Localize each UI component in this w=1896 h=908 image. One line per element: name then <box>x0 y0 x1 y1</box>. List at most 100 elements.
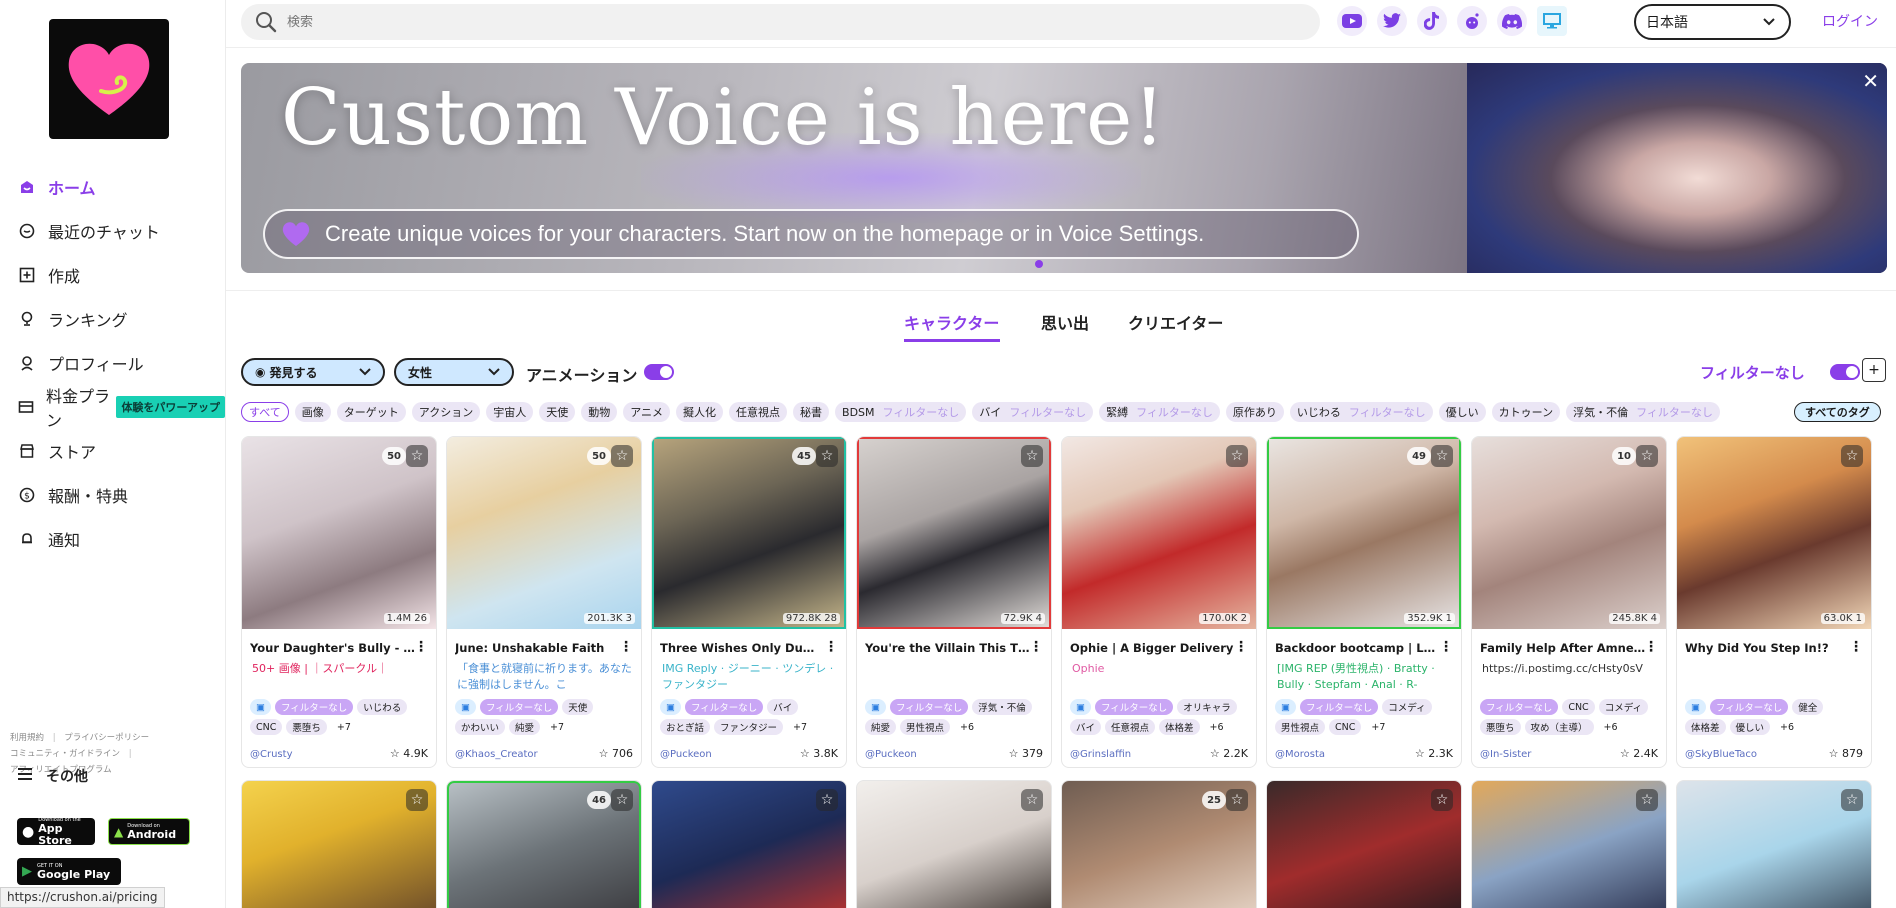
image-tag-icon[interactable]: ▣ <box>1070 699 1091 715</box>
tag-chip[interactable]: 画像 <box>294 402 331 422</box>
favorite-star-icon[interactable]: ☆ <box>406 445 428 467</box>
favorite-star-icon[interactable]: ☆ <box>1431 789 1453 811</box>
tag-chip[interactable]: カトゥーン <box>1491 402 1561 422</box>
character-card[interactable]: ☆ <box>1676 780 1872 908</box>
favorite-star-icon[interactable]: ☆ <box>1841 789 1863 811</box>
more-options-icon[interactable]: ⋮ <box>1029 639 1043 655</box>
tag-chip[interactable]: 天使 <box>539 402 576 422</box>
animation-toggle[interactable] <box>644 364 674 380</box>
character-title[interactable]: Ophie | A Bigger Delivery <box>1070 641 1236 655</box>
tag-chip[interactable]: 任意視点 <box>729 402 788 422</box>
card-tag[interactable]: フィルターなし <box>1094 699 1174 715</box>
creator-link[interactable]: @SkyBlueTaco <box>1685 749 1757 760</box>
other-menu[interactable]: その他 <box>18 766 88 786</box>
tag-chip[interactable]: 優しい <box>1438 402 1486 422</box>
favorite-star-icon[interactable]: ☆ <box>406 789 428 811</box>
card-tag[interactable]: +7 <box>1365 719 1391 735</box>
card-tag[interactable]: +7 <box>787 719 813 735</box>
twitter-icon[interactable] <box>1377 6 1407 36</box>
add-image-icon[interactable]: + <box>1862 358 1886 382</box>
login-link[interactable]: ログイン <box>1822 11 1878 31</box>
creator-link[interactable]: @Crusty <box>250 749 292 760</box>
character-title[interactable]: Backdoor bootcamp | Lara <box>1275 641 1441 655</box>
character-card[interactable]: ☆ 170.0K 2 Ophie | A Bigger Delivery ⋮ Ophie… <box>1061 436 1257 768</box>
card-tag[interactable]: いじわる <box>357 699 408 715</box>
image-tag-icon[interactable]: ▣ <box>865 699 886 715</box>
more-options-icon[interactable]: ⋮ <box>1234 639 1248 655</box>
sidebar-item-home[interactable]: ホーム <box>0 165 225 209</box>
favorite-star-icon[interactable]: ☆ <box>1226 789 1248 811</box>
favorite-star-icon[interactable]: ☆ <box>1226 445 1248 467</box>
card-tag[interactable]: 攻め（主導） <box>1524 719 1594 735</box>
card-tag[interactable]: フィルターなし <box>684 699 764 715</box>
more-options-icon[interactable]: ⋮ <box>414 639 428 655</box>
promo-banner[interactable]: Custom Voice is here! Create unique voic… <box>241 63 1887 273</box>
favorite-star-icon[interactable]: ☆ <box>1021 789 1043 811</box>
tag-chip[interactable]: バイ フィルターなし <box>972 402 1094 422</box>
tab-characters[interactable]: キャラクター <box>904 310 999 334</box>
character-card[interactable]: 45 ☆ 972.8K 28 Three Wishes Only Dummy! ⋮ IMG… <box>651 436 847 768</box>
card-tag[interactable]: おとぎ話 <box>660 719 711 735</box>
sidebar-item-chat[interactable]: 最近のチャット <box>0 209 225 253</box>
character-image[interactable] <box>857 437 1051 629</box>
card-tag[interactable]: +6 <box>1774 719 1800 735</box>
all-tags-button[interactable]: すべてのタグ <box>1794 402 1881 422</box>
card-tag[interactable]: フィルターなし <box>479 699 559 715</box>
tiktok-icon[interactable] <box>1417 6 1447 36</box>
tag-chip[interactable]: 緊縛 フィルターなし <box>1099 402 1220 422</box>
character-image[interactable] <box>1267 437 1461 629</box>
card-tag[interactable]: コメディ <box>1598 699 1649 715</box>
more-options-icon[interactable]: ⋮ <box>824 639 838 655</box>
guidelines-link[interactable]: コミュニティ・ガイドライン <box>10 749 120 759</box>
character-image[interactable] <box>447 437 641 629</box>
card-tag[interactable]: フィルターなし <box>274 699 354 715</box>
card-tag[interactable]: CNC <box>1329 719 1362 735</box>
favorite-star-icon[interactable]: ☆ <box>1841 445 1863 467</box>
tag-chip[interactable]: アクション <box>411 402 481 422</box>
tab-creators[interactable]: クリエイター <box>1128 310 1223 334</box>
creator-link[interactable]: @Khaos_Creator <box>455 749 538 760</box>
character-card[interactable]: ☆ <box>1471 780 1667 908</box>
character-image[interactable] <box>652 437 846 629</box>
character-card[interactable]: 50 ☆ 1.4M 26 Your Daughter's Bully - S... ⋮ 5… <box>241 436 437 768</box>
image-tag-icon[interactable]: ▣ <box>1275 699 1296 715</box>
character-card[interactable]: 50 ☆ 201.3K 3 June: Unshakable Faith ⋮ 「食事と就寝… <box>446 436 642 768</box>
creator-link[interactable]: @Morosta <box>1275 749 1325 760</box>
card-tag[interactable]: 健全 <box>1792 699 1824 715</box>
card-tag[interactable]: +6 <box>1598 719 1624 735</box>
card-tag[interactable]: フィルターなし <box>1299 699 1379 715</box>
card-tag[interactable]: 体格差 <box>1159 719 1200 735</box>
carousel-indicator[interactable] <box>1035 260 1043 268</box>
upgrade-badge[interactable]: 体験をパワーアップ <box>116 396 225 418</box>
more-options-icon[interactable]: ⋮ <box>1849 639 1863 655</box>
card-tag[interactable]: +7 <box>544 719 570 735</box>
card-tag[interactable]: CNC <box>250 719 283 735</box>
character-image[interactable] <box>242 437 436 629</box>
discord-icon[interactable] <box>1497 6 1527 36</box>
desktop-icon[interactable] <box>1537 6 1567 36</box>
card-tag[interactable]: コメディ <box>1382 699 1432 715</box>
image-tag-icon[interactable]: ▣ <box>1685 699 1706 715</box>
tag-chip[interactable]: ターゲット <box>336 402 406 422</box>
sidebar-item-trophy[interactable]: ランキング <box>0 297 225 341</box>
sidebar-item-bell[interactable]: 通知 <box>0 517 225 561</box>
card-tag[interactable]: 悪堕ち <box>286 719 327 735</box>
card-tag[interactable]: バイ <box>767 699 799 715</box>
no-filter-toggle[interactable] <box>1830 364 1860 380</box>
tag-chip[interactable]: 宇宙人 <box>486 402 534 422</box>
gender-dropdown[interactable]: 女性 <box>394 358 514 386</box>
card-tag[interactable]: フィルターなし <box>889 699 969 715</box>
favorite-star-icon[interactable]: ☆ <box>816 789 838 811</box>
favorite-star-icon[interactable]: ☆ <box>611 789 633 811</box>
character-card[interactable]: ☆ 72.9K 4 You're the Villain This Time ⋮ ▣ フィ… <box>856 436 1052 768</box>
card-tag[interactable]: 純愛 <box>509 719 541 735</box>
sidebar-item-store[interactable]: ストア <box>0 429 225 473</box>
terms-link[interactable]: 利用規約 <box>10 733 44 743</box>
card-tag[interactable]: バイ <box>1070 719 1102 735</box>
card-tag[interactable]: 男性視点 <box>900 719 951 735</box>
card-tag[interactable]: 浮気・不倫 <box>972 699 1032 715</box>
tag-chip[interactable]: すべて <box>241 402 289 422</box>
tag-chip[interactable]: 浮気・不倫 フィルターなし <box>1566 402 1720 422</box>
character-image[interactable] <box>1677 437 1871 629</box>
tag-chip[interactable]: 動物 <box>581 402 618 422</box>
